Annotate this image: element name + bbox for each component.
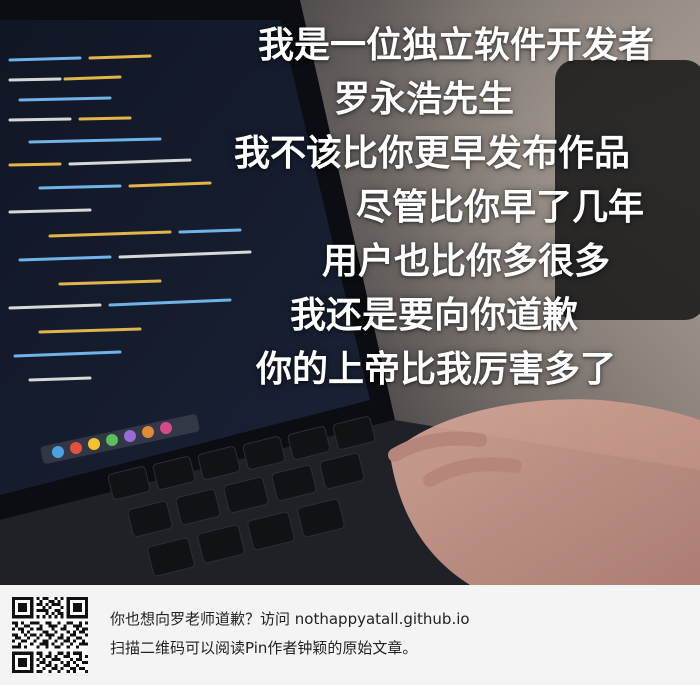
qr-code-graphic — [12, 597, 88, 673]
background-photo: 我是一位独立软件开发者 罗永浩先生 我不该比你更早发布作品 尽管比你早了几年 用… — [0, 0, 700, 585]
overlay-line-1: 我是一位独立软件开发者 — [258, 25, 655, 66]
overlay-line-7: 你的上帝比我厉害多了 — [256, 349, 617, 390]
footer-line-1: 你也想向罗老师道歉？访问 nothappyatall.github.io — [110, 608, 470, 629]
footer-invite-text: 你也想向罗老师道歉？访问 — [110, 610, 295, 628]
footer-site-link[interactable]: nothappyatall.github.io — [295, 610, 470, 628]
poster: 我是一位独立软件开发者 罗永浩先生 我不该比你更早发布作品 尽管比你早了几年 用… — [0, 0, 700, 685]
footer-line-2: 扫描二维码可以阅读Pin作者钟颖的原始文章。 — [110, 639, 418, 657]
overlay-line-5: 用户也比你多很多 — [322, 241, 611, 282]
overlay-line-4: 尽管比你早了几年 — [356, 187, 645, 228]
overlay-line-3: 我不该比你更早发布作品 — [234, 133, 631, 174]
overlay-line-6: 我还是要向你道歉 — [290, 295, 579, 336]
footer: 你也想向罗老师道歉？访问 nothappyatall.github.io 扫描二… — [0, 585, 700, 685]
overlay-text: 我是一位独立软件开发者 罗永浩先生 我不该比你更早发布作品 尽管比你早了几年 用… — [0, 0, 700, 585]
overlay-line-2: 罗永浩先生 — [334, 79, 515, 120]
qr-code-icon[interactable] — [12, 597, 88, 673]
